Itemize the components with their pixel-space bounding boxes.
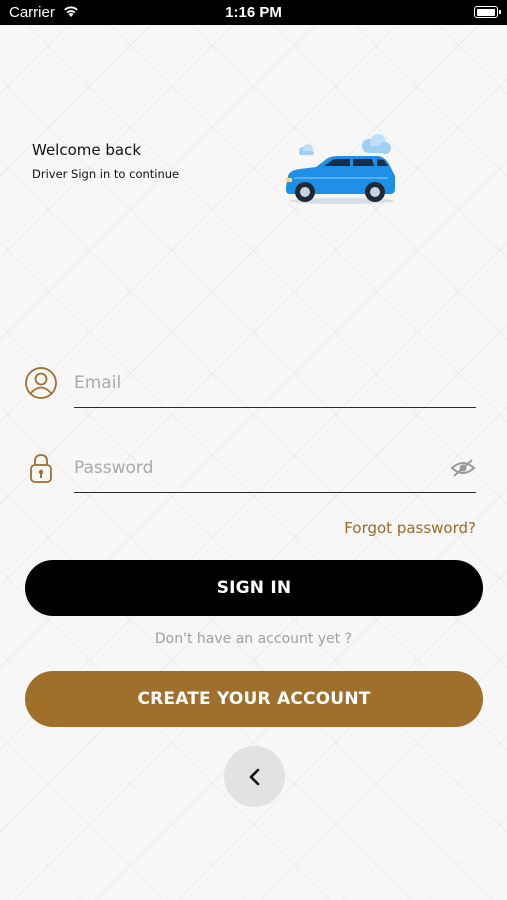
- welcome-subtitle: Driver Sign in to continue: [32, 167, 180, 181]
- password-field[interactable]: [74, 448, 476, 493]
- sign-in-button[interactable]: SIGN IN: [25, 560, 483, 616]
- battery-fill: [476, 8, 495, 16]
- car-illustration: [286, 134, 395, 204]
- user-circle-icon: [25, 367, 57, 399]
- battery-icon: [474, 6, 501, 18]
- clock: 1:16 PM: [225, 4, 282, 21]
- small-cloud-icon: [299, 144, 314, 155]
- create-account-button[interactable]: CREATE YOUR ACCOUNT: [25, 671, 483, 727]
- eye-off-icon[interactable]: [450, 458, 476, 478]
- email-input[interactable]: [74, 363, 434, 403]
- email-field[interactable]: [74, 363, 476, 408]
- no-account-text: Don't have an account yet ?: [154, 631, 353, 647]
- password-input[interactable]: [74, 448, 434, 488]
- welcome-title: Welcome back: [32, 141, 142, 159]
- status-bar: Carrier 1:16 PM: [0, 0, 507, 25]
- back-button[interactable]: [224, 746, 285, 807]
- chevron-left-icon: [249, 768, 259, 785]
- forgot-password-link[interactable]: Forgot password?: [344, 519, 476, 537]
- lock-icon: [30, 454, 52, 483]
- cloud-icon: [362, 134, 391, 154]
